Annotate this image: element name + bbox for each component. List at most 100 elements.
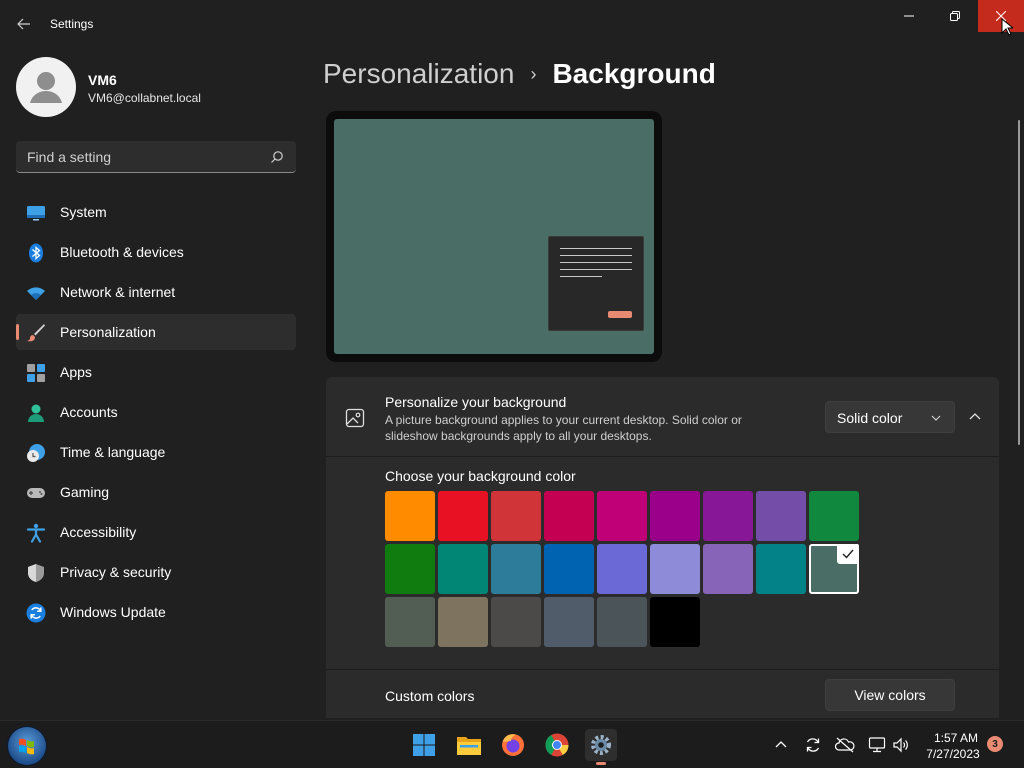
sidebar-item-apps[interactable]: Apps: [16, 354, 296, 390]
color-swatch[interactable]: [491, 491, 541, 541]
tray-onedrive-button[interactable]: [835, 735, 855, 755]
sidebar-item-gaming[interactable]: Gaming: [16, 474, 296, 510]
color-swatch[interactable]: [809, 544, 859, 594]
active-indicator: [596, 762, 606, 765]
file-explorer-button[interactable]: [453, 729, 485, 761]
breadcrumb-parent[interactable]: Personalization: [323, 58, 514, 90]
tray-overflow-button[interactable]: [771, 735, 791, 755]
view-colors-button[interactable]: View colors: [825, 679, 955, 711]
color-swatch[interactable]: [650, 597, 700, 647]
cloud-off-icon: [835, 737, 855, 753]
sidebar-item-privacy-security[interactable]: Privacy & security: [16, 554, 296, 590]
gamepad-icon: [27, 488, 45, 498]
background-card-title: Personalize your background: [385, 394, 567, 410]
color-swatch[interactable]: [438, 544, 488, 594]
color-swatch[interactable]: [650, 491, 700, 541]
sidebar-item-accounts[interactable]: Accounts: [16, 394, 296, 430]
chevron-up-icon: [969, 413, 981, 420]
scrollbar[interactable]: [1018, 120, 1020, 445]
color-swatch[interactable]: [544, 544, 594, 594]
minimize-button[interactable]: [886, 0, 932, 32]
color-swatch[interactable]: [438, 597, 488, 647]
network-wired-icon: [868, 737, 886, 753]
color-swatch[interactable]: [597, 544, 647, 594]
dropdown-value: Solid color: [837, 410, 903, 426]
tray-sync-button[interactable]: [803, 735, 823, 755]
color-swatch[interactable]: [650, 544, 700, 594]
color-swatch[interactable]: [703, 544, 753, 594]
app-title: Settings: [50, 17, 94, 31]
windows-start-icon: [413, 734, 435, 756]
swatch-section-title: Choose your background color: [385, 468, 576, 484]
restore-button[interactable]: [932, 0, 978, 32]
custom-colors-label: Custom colors: [385, 688, 475, 704]
avatar[interactable]: [16, 57, 76, 117]
settings-taskbar-button[interactable]: [585, 729, 617, 765]
swatch-row: [385, 597, 865, 647]
preview-line: [560, 262, 632, 263]
color-swatch[interactable]: [385, 597, 435, 647]
taskbar: 1:57 AM 7/27/2023 3: [0, 720, 1024, 768]
preview-button: [608, 311, 632, 318]
windows7-start-button[interactable]: [8, 727, 46, 765]
firefox-button[interactable]: [497, 729, 529, 761]
sidebar-item-network[interactable]: Network & internet: [16, 274, 296, 310]
clock-time[interactable]: 1:57 AM: [930, 731, 982, 745]
restore-icon: [950, 11, 960, 21]
update-icon: [26, 603, 46, 623]
clock-date[interactable]: 7/27/2023: [923, 747, 983, 761]
chrome-button[interactable]: [541, 729, 573, 761]
color-swatch[interactable]: [703, 491, 753, 541]
chevron-down-icon: [931, 415, 941, 421]
color-swatch[interactable]: [544, 491, 594, 541]
color-swatch[interactable]: [809, 491, 859, 541]
tray-volume-button[interactable]: [891, 735, 911, 755]
chevron-up-icon: [775, 741, 787, 748]
profile-name: VM6: [88, 72, 117, 88]
search-input[interactable]: [16, 141, 256, 172]
color-swatch[interactable]: [597, 597, 647, 647]
color-swatch[interactable]: [544, 597, 594, 647]
color-swatch-grid: [385, 491, 865, 650]
person-icon: [28, 404, 44, 422]
color-swatch[interactable]: [385, 491, 435, 541]
speaker-icon: [893, 737, 908, 753]
color-swatch[interactable]: [756, 544, 806, 594]
preview-line: [560, 248, 632, 249]
sync-icon: [806, 738, 820, 752]
mouse-cursor-icon: [1001, 18, 1013, 36]
back-button[interactable]: [12, 12, 36, 36]
color-swatch[interactable]: [756, 491, 806, 541]
search-icon[interactable]: [270, 150, 284, 164]
paintbrush-icon: [27, 324, 45, 342]
sidebar-item-time-language[interactable]: Time & language: [16, 434, 296, 470]
user-icon: [30, 72, 62, 103]
background-type-dropdown[interactable]: Solid color: [825, 401, 955, 433]
sidebar-item-personalization[interactable]: Personalization: [16, 314, 296, 350]
swatch-row: [385, 544, 865, 594]
chrome-icon: [545, 733, 569, 757]
sidebar-item-system[interactable]: System: [16, 194, 296, 230]
color-swatch[interactable]: [491, 544, 541, 594]
page-title: Background: [552, 58, 716, 89]
sidebar-item-windows-update[interactable]: Windows Update: [16, 594, 296, 630]
preview-line: [560, 269, 632, 270]
start-button[interactable]: [408, 729, 440, 761]
preview-line: [560, 276, 602, 277]
custom-colors-row: Custom colors View colors: [326, 670, 999, 718]
firefox-icon: [502, 734, 524, 756]
sidebar-item-bluetooth[interactable]: Bluetooth & devices: [16, 234, 296, 270]
search-box[interactable]: [16, 141, 296, 173]
desktop-preview: [326, 111, 662, 362]
shield-icon: [28, 564, 44, 582]
preview-screen: [334, 119, 654, 354]
notification-badge[interactable]: 3: [987, 736, 1003, 752]
color-swatch[interactable]: [385, 544, 435, 594]
color-swatch[interactable]: [438, 491, 488, 541]
background-card-header: Personalize your background A picture ba…: [326, 377, 999, 457]
collapse-button[interactable]: [963, 405, 987, 429]
color-swatch[interactable]: [597, 491, 647, 541]
sidebar-item-accessibility[interactable]: Accessibility: [16, 514, 296, 550]
tray-network-button[interactable]: [867, 735, 887, 755]
color-swatch[interactable]: [491, 597, 541, 647]
